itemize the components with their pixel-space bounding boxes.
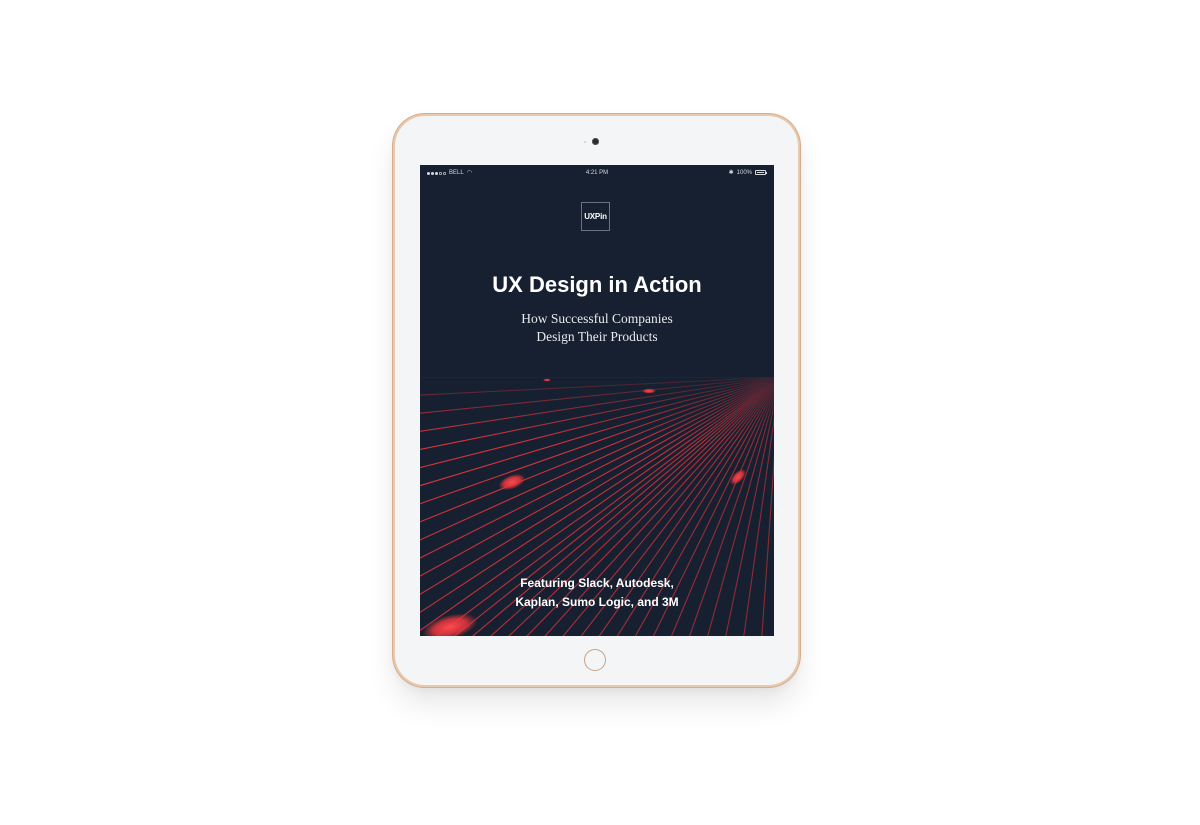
camera-icon bbox=[592, 138, 599, 145]
bluetooth-icon: ✱ bbox=[728, 170, 734, 176]
sensor-icon bbox=[584, 141, 586, 143]
featuring-line-1: Featuring Slack, Autodesk, bbox=[520, 576, 674, 590]
status-time: 4:21 PM bbox=[585, 170, 609, 176]
battery-icon bbox=[755, 170, 767, 175]
stage: BELL ◠ 4:21 PM ✱ 100% UXPin UX Design in… bbox=[0, 0, 1200, 825]
glow-blob bbox=[543, 378, 551, 382]
battery-fill bbox=[756, 171, 765, 174]
uxpin-logo: UXPin bbox=[581, 202, 610, 231]
featuring-text: Featuring Slack, Autodesk, Kaplan, Sumo … bbox=[420, 574, 774, 612]
status-right: ✱ 100% bbox=[728, 169, 767, 176]
home-button-icon[interactable] bbox=[584, 649, 606, 671]
battery-label: 100% bbox=[736, 169, 752, 176]
book-subtitle: How Successful Companies Design Their Pr… bbox=[420, 310, 774, 346]
glow-blob bbox=[642, 388, 656, 394]
status-bar: BELL ◠ 4:21 PM ✱ 100% bbox=[420, 165, 774, 181]
ipad-screen[interactable]: BELL ◠ 4:21 PM ✱ 100% UXPin UX Design in… bbox=[420, 165, 774, 636]
ipad-device: BELL ◠ 4:21 PM ✱ 100% UXPin UX Design in… bbox=[395, 116, 798, 685]
subtitle-line-1: How Successful Companies bbox=[521, 311, 673, 326]
featuring-line-2: Kaplan, Sumo Logic, and 3M bbox=[515, 595, 679, 609]
book-title: UX Design in Action bbox=[492, 272, 702, 297]
subtitle-line-2: Design Their Products bbox=[536, 329, 658, 344]
